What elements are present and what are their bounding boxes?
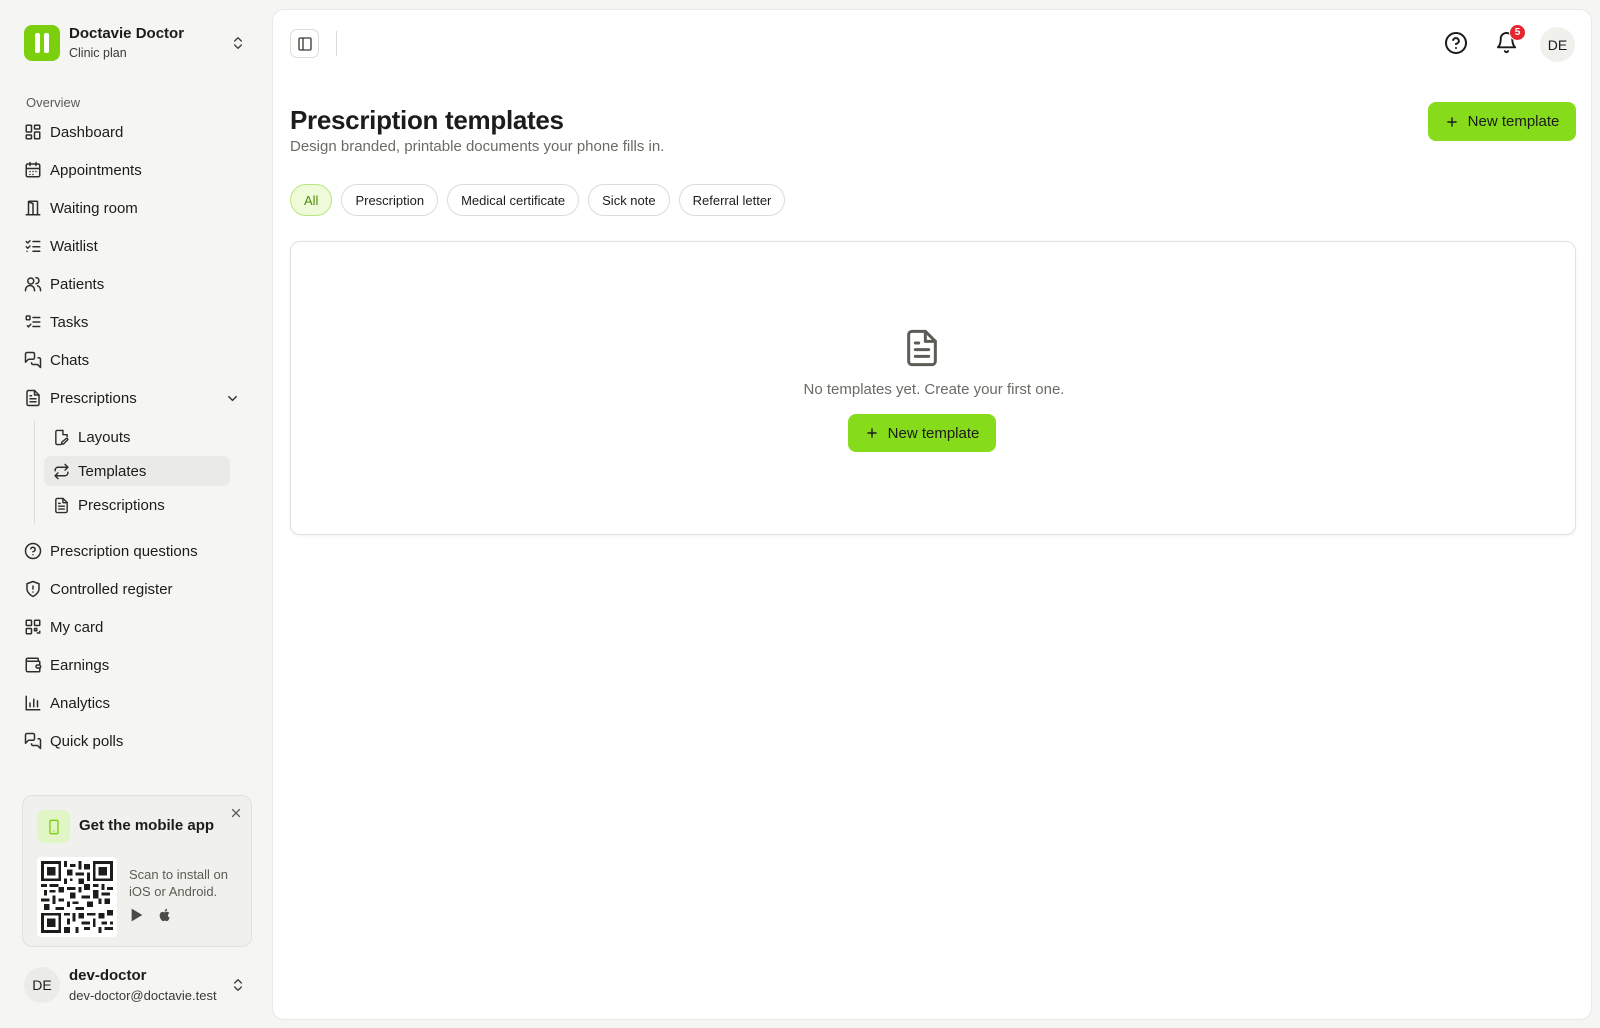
- sidebar-item-prescription-questions[interactable]: Prescription questions: [24, 536, 256, 566]
- sidebar-item-label: Earnings: [50, 656, 110, 674]
- sidebar-item-analytics[interactable]: Analytics: [24, 688, 256, 718]
- sidebar-item-label: Quick polls: [50, 732, 124, 750]
- shield-icon: [26, 580, 40, 598]
- section-label-overview: Overview: [26, 95, 81, 110]
- sidebar-subitem-templates[interactable]: Templates: [44, 456, 230, 486]
- sidebar-item-label: Dashboard: [50, 123, 124, 141]
- help-circle-icon: [24, 542, 42, 560]
- filter-chip-prescription[interactable]: Prescription: [341, 184, 439, 216]
- category-filter: All Prescription Medical certificate Sic…: [290, 184, 786, 216]
- chevrons-up-down-icon: [234, 979, 242, 991]
- topbar-divider: [336, 31, 337, 56]
- chevron-down-icon[interactable]: [225, 391, 240, 406]
- plus-icon: [1446, 116, 1457, 127]
- sidebar-subitem-prescriptions[interactable]: Prescriptions: [44, 490, 230, 520]
- new-template-button[interactable]: New template: [1428, 102, 1576, 141]
- calendar-icon: [25, 161, 41, 178]
- file-text-icon: [26, 389, 40, 407]
- user-email: dev-doctor@doctavie.test: [69, 988, 217, 1003]
- wallet-icon: [25, 657, 42, 673]
- mobile-app-promo: Get the mobile app Scan to install on iO…: [22, 795, 252, 947]
- list-checks-icon: [25, 240, 41, 252]
- sidebar-item-prescriptions[interactable]: Prescriptions: [24, 383, 256, 413]
- workspace-switcher[interactable]: Doctavie Doctor Clinic plan: [24, 24, 256, 62]
- users-icon: [24, 276, 42, 292]
- qr-code-icon: [25, 619, 41, 635]
- sidebar-item-label: Waiting room: [50, 199, 138, 217]
- plus-icon: [866, 428, 877, 438]
- sidebar-item-label: Chats: [50, 351, 90, 369]
- sidebar-item-label: Appointments: [50, 161, 142, 179]
- phone-icon: [37, 810, 70, 843]
- sidebar-subitem-label: Layouts: [78, 428, 131, 446]
- sidebar: Doctavie Doctor Clinic plan Overview Das…: [0, 0, 272, 1028]
- bar-chart-icon: [25, 695, 41, 711]
- chats-icon: [24, 351, 42, 369]
- sidebar-item-earnings[interactable]: Earnings: [24, 650, 256, 680]
- sidebar-item-waitlist[interactable]: Waitlist: [24, 231, 256, 261]
- page-title: Prescription templates: [290, 105, 564, 135]
- main-panel: 5 DE Prescription templates Design brand…: [272, 9, 1592, 1020]
- apple-icon[interactable]: [157, 907, 173, 923]
- sidebar-item-appointments[interactable]: Appointments: [24, 155, 256, 185]
- sidebar-item-quick-polls[interactable]: Quick polls: [24, 726, 256, 756]
- filter-chip-referral-letter[interactable]: Referral letter: [678, 184, 786, 216]
- google-play-icon[interactable]: [129, 907, 145, 923]
- sidebar-item-label: Prescription questions: [50, 542, 198, 560]
- user-menu[interactable]: DE dev-doctor dev-doctor@doctavie.test: [24, 965, 256, 1005]
- sidebar-item-label: Tasks: [50, 313, 89, 331]
- filter-chip-sick-note[interactable]: Sick note: [588, 184, 670, 216]
- door-icon: [25, 200, 41, 216]
- tasks-icon: [25, 315, 41, 328]
- poll-icon: [24, 732, 42, 750]
- page-subtitle: Design branded, printable documents your…: [290, 138, 665, 155]
- filter-chip-all[interactable]: All: [290, 184, 333, 216]
- sidebar-item-label: Patients: [50, 275, 105, 293]
- sidebar-subitem-label: Templates: [78, 462, 147, 480]
- sidebar-item-label: Controlled register: [50, 580, 173, 598]
- workspace-name: Doctavie Doctor: [69, 25, 185, 43]
- help-icon[interactable]: [1444, 31, 1468, 55]
- chevrons-up-down-icon: [234, 37, 242, 49]
- sidebar-item-waiting-room[interactable]: Waiting room: [24, 193, 256, 223]
- empty-new-template-button[interactable]: New template: [848, 414, 996, 452]
- sidebar-item-my-card[interactable]: My card: [24, 612, 256, 642]
- empty-state-text: No templates yet. Create your first one.: [803, 381, 1065, 398]
- sidebar-item-label: My card: [50, 618, 104, 636]
- promo-text: Scan to install on iOS or Android.: [129, 867, 229, 899]
- avatar[interactable]: DE: [1540, 27, 1575, 62]
- submenu-divider: [34, 421, 35, 524]
- new-template-label: New template: [1467, 113, 1560, 130]
- file-edit-icon: [55, 429, 69, 445]
- sidebar-subitem-label: Prescriptions: [78, 496, 165, 514]
- sidebar-item-label: Prescriptions: [50, 389, 137, 407]
- file-text-icon: [907, 329, 937, 367]
- repeat-icon: [54, 463, 69, 479]
- sidebar-item-patients[interactable]: Patients: [24, 269, 256, 299]
- qr-code-image: [37, 857, 117, 937]
- sidebar-item-label: Analytics: [50, 694, 111, 712]
- sidebar-toggle-button[interactable]: [290, 29, 319, 58]
- sidebar-item-label: Waitlist: [50, 237, 98, 255]
- sidebar-item-controlled-register[interactable]: Controlled register: [24, 574, 256, 604]
- avatar: DE: [24, 967, 60, 1003]
- sidebar-item-chats[interactable]: Chats: [24, 345, 256, 375]
- dashboard-icon: [25, 124, 41, 140]
- empty-new-template-label: New template: [887, 424, 980, 442]
- file-text-icon: [55, 497, 68, 513]
- panel-left-icon: [297, 36, 312, 51]
- promo-title: Get the mobile app: [79, 817, 215, 834]
- empty-state: No templates yet. Create your first one.…: [290, 241, 1576, 535]
- close-icon[interactable]: [229, 806, 243, 820]
- sidebar-subitem-layouts[interactable]: Layouts: [44, 422, 230, 452]
- sidebar-item-tasks[interactable]: Tasks: [24, 307, 256, 337]
- workspace-plan: Clinic plan: [69, 46, 127, 61]
- user-name: dev-doctor: [69, 967, 147, 984]
- logo-icon: [24, 25, 60, 61]
- filter-chip-medical-certificate[interactable]: Medical certificate: [447, 184, 580, 216]
- sidebar-item-dashboard[interactable]: Dashboard: [24, 117, 256, 147]
- notification-badge: 5: [1509, 24, 1526, 41]
